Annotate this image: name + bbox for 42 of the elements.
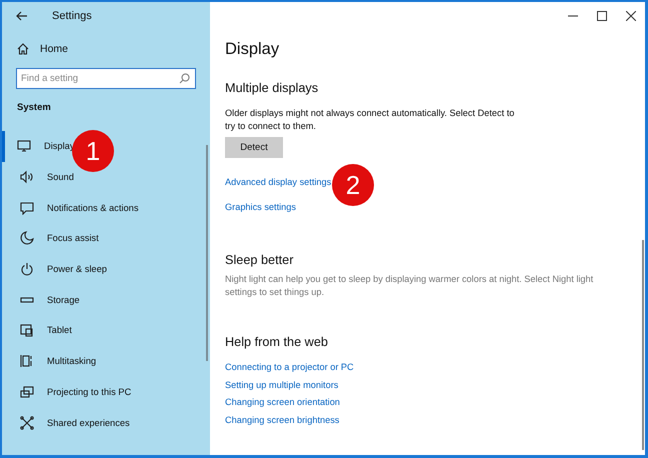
scrollbar[interactable] [206, 145, 208, 361]
close-icon [626, 11, 636, 21]
help-link[interactable]: Changing screen brightness [225, 414, 340, 426]
moon-icon [20, 231, 34, 246]
scrollbar[interactable] [642, 240, 644, 450]
search-icon [179, 73, 190, 84]
section-heading: Sleep better [225, 253, 294, 267]
nav-item[interactable]: Storage [2, 284, 210, 316]
search-field[interactable]: Find a setting [16, 68, 196, 89]
projector-icon [20, 384, 34, 399]
nav-item[interactable]: Notifications & actions [2, 192, 210, 224]
description-text: Older displays might not always connect automatically. Select Detect to try to connect to them. [225, 107, 515, 133]
help-link[interactable]: Changing screen orientation [225, 396, 340, 408]
back-button[interactable] [14, 9, 30, 23]
nav-item[interactable]: Focus assist [2, 223, 210, 254]
share-icon [20, 416, 34, 430]
section-heading: Help from the web [225, 335, 329, 349]
help-link[interactable]: Advanced display settings [225, 176, 332, 188]
description-text: Night light can help you get to sleep by displaying warmer colors at night. Select Night light settings to set things up. [225, 273, 594, 299]
window-title: Settings [52, 10, 92, 22]
number-badge: 2 [332, 164, 374, 206]
page-title: Display [225, 40, 280, 59]
help-link[interactable]: Connecting to a projector or PC [225, 361, 354, 374]
windows-icon [20, 354, 34, 368]
nav-item[interactable]: Projecting to this PC [2, 376, 210, 408]
speaker-icon [20, 170, 34, 184]
home-icon [16, 42, 30, 56]
maximize-icon [596, 11, 606, 21]
help-link[interactable]: Setting up multiple monitors [225, 378, 338, 391]
nav-item[interactable]: Power & sleep [2, 254, 210, 284]
monitor-icon [17, 139, 31, 154]
tablet-icon [20, 323, 34, 338]
section-heading: System [17, 102, 51, 113]
help-link[interactable]: Graphics settings [225, 200, 296, 213]
nav-item[interactable]: Multitasking [2, 346, 210, 376]
power-icon [20, 262, 34, 276]
nav-item[interactable]: Tablet [2, 315, 210, 346]
home-link[interactable]: Home [16, 42, 68, 56]
message-icon [20, 200, 34, 215]
nav-item[interactable]: Shared experiences [2, 407, 210, 438]
detect-button[interactable]: Detect [225, 137, 283, 158]
section-heading: Multiple displays [225, 81, 320, 95]
